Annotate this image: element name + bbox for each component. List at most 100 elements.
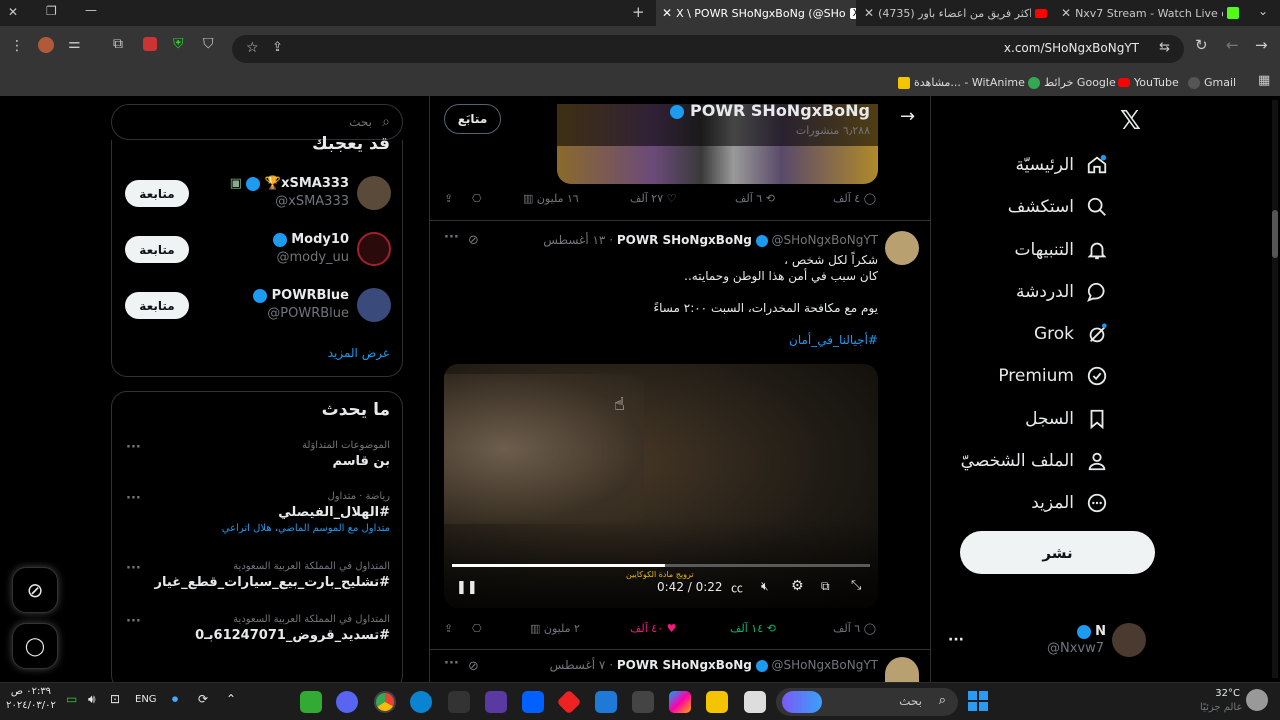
app-icon[interactable] [300, 691, 322, 713]
store-icon[interactable] [632, 691, 654, 713]
reply-stat[interactable]: ٤ آلف ◯ [833, 192, 876, 205]
epic-games-icon[interactable] [448, 691, 470, 713]
forward-icon[interactable]: ← [1226, 36, 1239, 54]
back-icon[interactable]: → [1255, 36, 1268, 54]
like-stat[interactable]: ٤٠ آلف ♥ [630, 622, 676, 635]
close-tab-icon[interactable]: ✕ [864, 6, 874, 20]
hashtag-link[interactable]: #أجيالنا_في_أمان [654, 332, 878, 348]
share-icon[interactable]: ⇪ [444, 192, 453, 205]
scrollbar[interactable] [1272, 100, 1278, 678]
app-icon[interactable] [556, 689, 582, 715]
tab-search-icon[interactable]: ⌄ [1258, 4, 1268, 18]
url-text[interactable]: x.com/SHoNgxBoNgYT [1004, 41, 1139, 55]
user-name-row[interactable]: Mody10 [272, 232, 349, 247]
trend-more-icon[interactable]: ··· [126, 491, 141, 506]
tab-youtube[interactable]: ✕ (4735) اكثر فريق من اعضاء باور [858, 0, 1053, 26]
views-stat[interactable]: ▥ ٢ مليون [530, 622, 580, 635]
extensions-icon[interactable]: ⧉ [113, 36, 123, 52]
nav-premium[interactable]: Premium [998, 365, 1108, 387]
tweet-more-icon[interactable]: ··· [444, 230, 459, 245]
nav-home[interactable]: الرئيسيّة [1015, 154, 1108, 176]
discord-icon[interactable] [336, 691, 358, 713]
nav-bookmarks[interactable]: السجل [1025, 408, 1108, 430]
microphone-icon[interactable]: ⏺ [172, 692, 178, 707]
video-progress[interactable] [452, 564, 870, 567]
weather-icon[interactable] [1246, 689, 1268, 711]
tab-x-profile[interactable]: ✕ X \ POWR SHoNgxBoNg (@SHo X [656, 0, 856, 26]
trend-more-icon[interactable]: ··· [126, 614, 141, 629]
trend-more-icon[interactable]: ··· [126, 440, 141, 455]
mute-icon[interactable]: 🔇︎ [761, 579, 769, 594]
apps-grid-icon[interactable]: ▦ [1258, 73, 1270, 88]
author-name[interactable]: POWR SHoNgxBoNg [617, 658, 752, 672]
omnibox[interactable]: ☆ ⇪ x.com/SHoNgxBoNgYT ⇆ [232, 35, 1184, 63]
author-handle[interactable]: @SHoNgxBoNgYT [771, 233, 878, 247]
follow-button[interactable]: متابعة [125, 180, 189, 207]
close-tab-icon[interactable]: ✕ [662, 6, 672, 20]
views-stat[interactable]: ▥ ١٦ مليون [523, 192, 579, 205]
bookmark-star-icon[interactable]: ☆ [246, 40, 259, 56]
user-name-row[interactable]: xSMA333🏆 ▣ [230, 176, 349, 191]
bookmark-gmail[interactable]: Gmail [1188, 76, 1236, 89]
mail-icon[interactable] [595, 691, 617, 713]
author-name[interactable]: POWR SHoNgxBoNg [617, 233, 752, 247]
share-icon[interactable]: ⇪ [272, 40, 283, 55]
captions-icon[interactable]: ㏄ [731, 579, 743, 596]
sync-icon[interactable]: ⟳ [198, 692, 208, 706]
profile-avatar[interactable] [38, 37, 54, 53]
site-info-icon[interactable]: ⇆ [1159, 40, 1170, 55]
bookmark-youtube[interactable]: YouTube [1118, 76, 1179, 89]
minimize-window-icon[interactable]: — [85, 3, 97, 17]
retweet-stat[interactable]: ٦ آلف ⟲ [735, 192, 775, 205]
new-tab-icon[interactable]: + [632, 3, 645, 21]
shield-icon[interactable]: ⛉ [203, 36, 214, 52]
messages-float-button[interactable]: ◯ [12, 623, 58, 669]
volume-icon[interactable]: 🔊︎ [88, 692, 96, 707]
bookmark-icon[interactable]: ⎔ [472, 192, 482, 205]
adblock-shield-icon[interactable]: ⛨ [173, 36, 184, 52]
x-logo-icon[interactable]: 𝕏 [1120, 106, 1141, 136]
tweet-date[interactable]: · ١٣ أغسطس [543, 233, 613, 247]
chevron-up-icon[interactable]: ⌃ [226, 692, 236, 706]
reload-icon[interactable]: ↻ [1195, 36, 1208, 54]
close-tab-icon[interactable]: ✕ [1061, 6, 1071, 20]
tab-kick[interactable]: ✕ Nxv7 Stream - Watch Live on K [1055, 0, 1245, 26]
post-button[interactable]: نشر [960, 531, 1155, 574]
menu-dots-icon[interactable]: ⋮ [10, 38, 24, 54]
avatar[interactable] [357, 176, 391, 210]
account-more-icon[interactable]: ··· [948, 632, 964, 648]
trend-more-icon[interactable]: ··· [126, 561, 141, 576]
author-handle[interactable]: @SHoNgxBoNgYT [771, 658, 878, 672]
follow-button[interactable]: متابعة [125, 292, 189, 319]
grok-float-button[interactable]: ⊘ [12, 567, 58, 613]
extension-app-icon[interactable] [143, 37, 157, 51]
scrollbar-thumb[interactable] [1272, 210, 1278, 258]
close-window-icon[interactable]: ✕ [8, 5, 18, 19]
follow-button[interactable]: متابعة [125, 236, 189, 263]
pause-icon[interactable]: ❚❚ [456, 580, 478, 595]
avatar[interactable] [357, 288, 391, 322]
restore-window-icon[interactable]: ❐ [46, 4, 57, 18]
file-explorer-icon[interactable] [706, 691, 728, 713]
weather-widget[interactable]: 32°C عالم جزئيًا [1200, 687, 1242, 715]
network-icon[interactable]: ⊡ [110, 692, 120, 706]
settings-gear-icon[interactable]: ⚙ [791, 578, 804, 594]
bookmark-witanime[interactable]: مشاهدة... - WitAnime [898, 76, 1025, 89]
reply-stat[interactable]: ٦ آلف ◯ [833, 622, 876, 635]
nav-profile[interactable]: الملف الشخصيّ [961, 450, 1108, 472]
nav-explore[interactable]: استكشف [1008, 196, 1108, 218]
nav-messages[interactable]: الدردشة [1016, 281, 1108, 303]
tweet-date[interactable]: · ٧ أغسطس [550, 658, 613, 672]
clock[interactable]: ٠٢:٣٩ ص ٢٠٢٤/٠٣/٠٢ [6, 685, 56, 713]
copilot-icon[interactable] [669, 691, 691, 713]
windows-start-icon[interactable] [968, 691, 988, 711]
bookmark-icon[interactable]: ⎔ [472, 622, 482, 635]
tweet-more-icon[interactable]: ··· [444, 656, 459, 671]
fullscreen-icon[interactable]: ⤡ [851, 578, 861, 593]
grok-icon[interactable]: ⊘ [468, 233, 479, 248]
avatar[interactable] [357, 232, 391, 266]
trend-related[interactable]: متداول مع الموسم الماضي، هلال اتراعي [222, 523, 390, 534]
app-icon[interactable] [744, 691, 766, 713]
bookmark-maps[interactable]: خرائط Google [1028, 76, 1116, 89]
following-button[interactable]: متابَع [444, 104, 501, 134]
